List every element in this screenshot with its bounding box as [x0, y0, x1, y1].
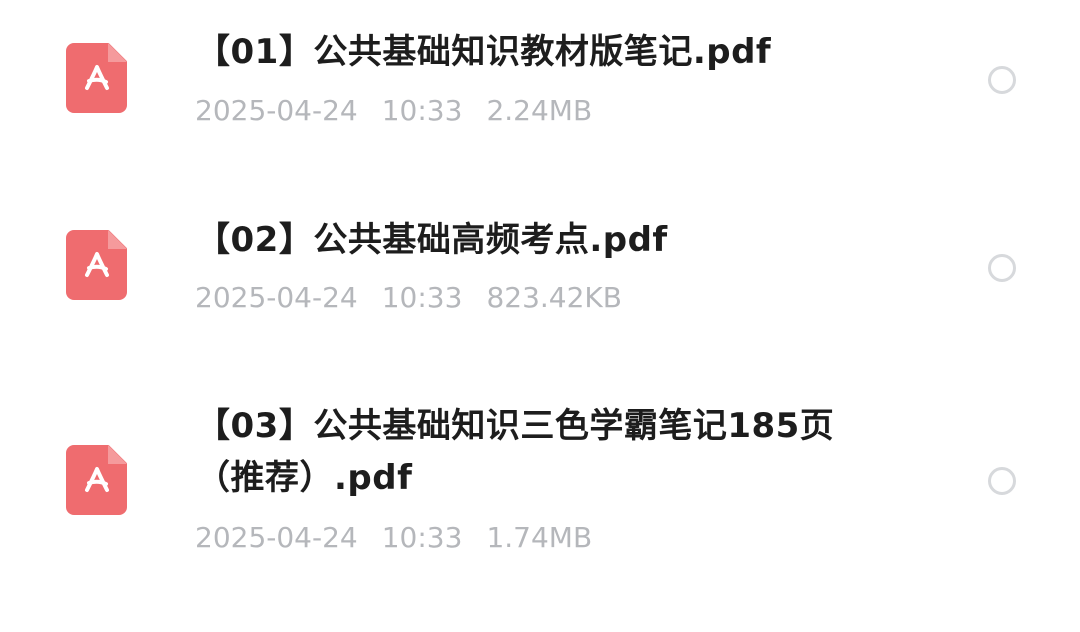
file-date: 2025-04-24 — [195, 281, 358, 314]
file-date: 2025-04-24 — [195, 94, 358, 127]
pdf-file-icon — [66, 230, 127, 300]
file-size: 1.74MB — [486, 521, 593, 554]
file-item[interactable]: 【03】公共基础知识三色学霸笔记185页（推荐）.pdf 2025-04-24 1… — [0, 380, 1080, 610]
file-meta: 2025-04-24 10:33 823.42KB — [195, 281, 622, 315]
acrobat-symbol-icon — [85, 467, 109, 492]
acrobat-symbol-icon — [85, 65, 109, 90]
pdf-file-icon — [66, 445, 127, 515]
file-item[interactable]: 【01】公共基础知识教材版笔记.pdf 2025-04-24 10:33 2.24M… — [0, 0, 1080, 180]
file-meta: 2025-04-24 10:33 2.24MB — [195, 94, 592, 128]
file-list: 【01】公共基础知识教材版笔记.pdf 2025-04-24 10:33 2.24M… — [0, 0, 1080, 632]
file-time: 10:33 — [381, 281, 463, 314]
file-meta: 2025-04-24 10:33 1.74MB — [195, 521, 592, 555]
file-title[interactable]: 【02】公共基础高频考点.pdf — [196, 218, 876, 262]
file-title[interactable]: 【01】公共基础知识教材版笔记.pdf — [196, 30, 876, 74]
file-select-radio[interactable] — [988, 66, 1016, 94]
file-title[interactable]: 【03】公共基础知识三色学霸笔记185页（推荐）.pdf — [196, 400, 876, 504]
pdf-file-icon — [66, 43, 127, 113]
file-date: 2025-04-24 — [195, 521, 358, 554]
file-time: 10:33 — [381, 521, 463, 554]
file-time: 10:33 — [381, 94, 463, 127]
file-select-radio[interactable] — [988, 467, 1016, 495]
acrobat-symbol-icon — [85, 252, 109, 277]
file-size: 2.24MB — [486, 94, 593, 127]
file-select-radio[interactable] — [988, 254, 1016, 282]
file-item[interactable]: 【02】公共基础高频考点.pdf 2025-04-24 10:33 823.42KB — [0, 190, 1080, 370]
file-size: 823.42KB — [486, 281, 622, 314]
